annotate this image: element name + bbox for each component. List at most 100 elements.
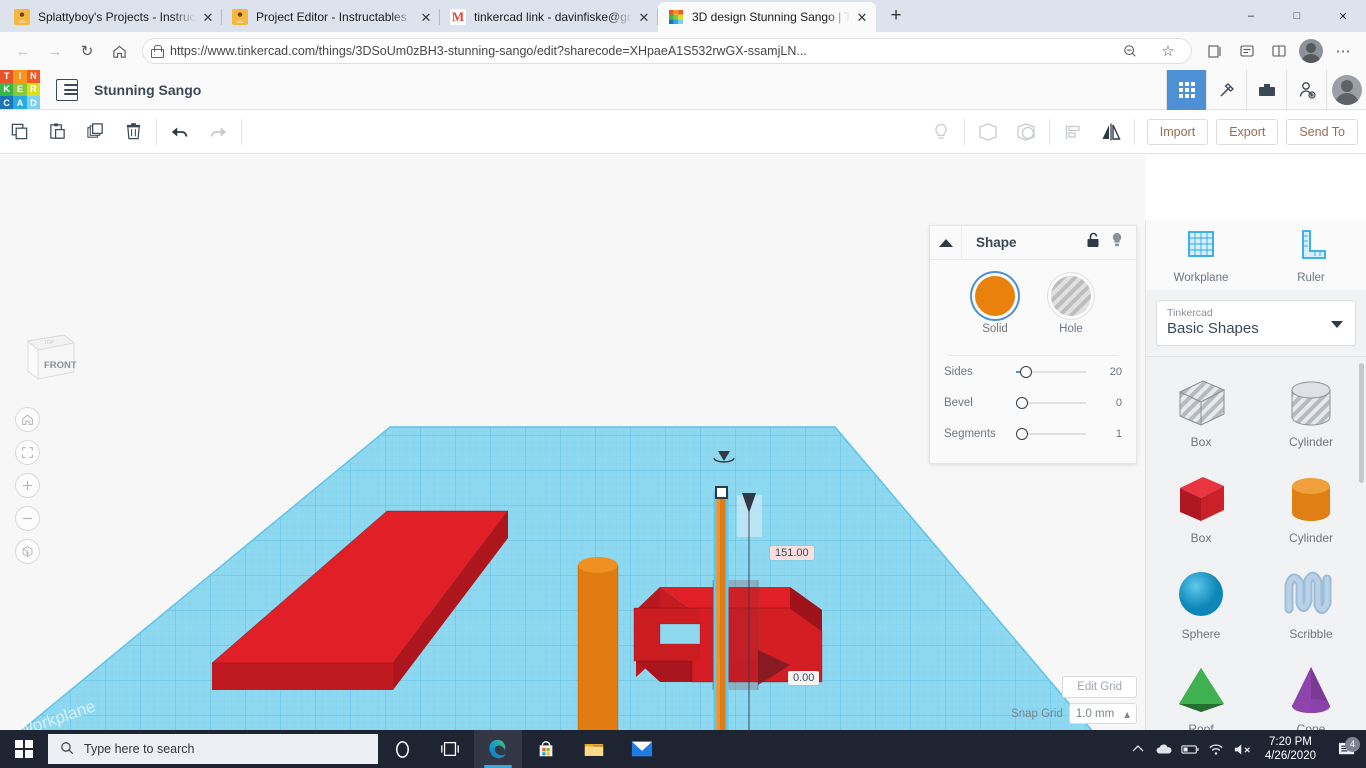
chevron-up-icon[interactable] <box>930 226 962 259</box>
segments-slider[interactable] <box>1016 427 1086 441</box>
sidebar-tools: Workplane Ruler <box>1146 220 1366 290</box>
import-button[interactable]: Import <box>1146 118 1209 145</box>
task-view-icon[interactable] <box>426 730 474 768</box>
shape-item-cylinder[interactable]: Cylinder <box>1256 463 1366 557</box>
microsoft-store-icon[interactable] <box>522 730 570 768</box>
undo-arrow-icon[interactable] <box>161 110 199 154</box>
shape-library-select[interactable]: Tinkercad Basic Shapes <box>1156 300 1356 346</box>
avatar[interactable] <box>1326 70 1366 110</box>
project-menu-icon[interactable] <box>56 78 78 101</box>
align-icon[interactable] <box>1054 110 1092 154</box>
ortho-perspective-icon[interactable] <box>15 539 40 564</box>
edge-icon[interactable] <box>474 730 522 768</box>
file-explorer-icon[interactable] <box>570 730 618 768</box>
unlock-icon[interactable] <box>1086 232 1100 253</box>
ungroup-shapes-icon[interactable] <box>1007 110 1045 154</box>
tinkercad-header: T I N K E R C A D Stunning Sango <box>0 69 1366 110</box>
lightbulb-icon[interactable] <box>1110 232 1124 253</box>
new-tab-button[interactable]: + <box>882 2 910 30</box>
shape-item-cylinder-hole[interactable]: Cylinder <box>1256 367 1366 461</box>
header-actions <box>1166 70 1366 110</box>
close-icon[interactable]: ✕ <box>418 9 434 25</box>
sidebar-scrollbar[interactable] <box>1359 363 1364 483</box>
measurement-label[interactable]: 0.00 <box>788 671 820 685</box>
sides-slider[interactable] <box>1016 365 1086 379</box>
browser-settings-icon[interactable]: ⋯ <box>1328 36 1358 66</box>
browser-tab-3[interactable]: M tinkercad link - davinfiske@gma ✕ <box>440 2 658 32</box>
fit-to-view-icon[interactable] <box>15 440 40 465</box>
learn-button[interactable] <box>1206 70 1246 110</box>
home-icon[interactable] <box>104 36 134 66</box>
workplane-tool[interactable]: Workplane <box>1146 228 1256 284</box>
send-to-button[interactable]: Send To <box>1286 118 1358 145</box>
clock[interactable]: 7:20 PM 4/26/2020 <box>1259 735 1326 763</box>
copy-icon[interactable] <box>0 110 38 154</box>
divider <box>156 118 157 145</box>
browser-tab-2[interactable]: Project Editor - Instructables ✕ <box>222 2 440 32</box>
show-hidden-icons-icon[interactable] <box>1125 744 1151 754</box>
solid-color-swatch[interactable] <box>975 276 1015 316</box>
notification-center-button[interactable]: 4 <box>1326 736 1366 758</box>
close-icon[interactable]: ✕ <box>200 9 216 25</box>
volume-muted-icon[interactable] <box>1229 743 1259 756</box>
wifi-icon[interactable] <box>1203 743 1229 756</box>
browser-tab-4[interactable]: 3D design Stunning Sango | Tink ✕ <box>658 2 876 32</box>
zoom-out-icon[interactable] <box>15 506 40 531</box>
split-screen-icon[interactable] <box>1264 36 1294 66</box>
snap-grid-select[interactable]: 1.0 mm ▴ <box>1068 703 1137 724</box>
collections-icon[interactable] <box>1200 36 1230 66</box>
ruler-tool[interactable]: Ruler <box>1256 228 1366 284</box>
mail-icon[interactable] <box>618 730 666 768</box>
duplicate-icon[interactable] <box>76 110 114 154</box>
forward-icon[interactable]: → <box>40 36 70 66</box>
favorite-star-icon[interactable]: ☆ <box>1153 36 1183 66</box>
minimize-button[interactable]: – <box>1228 0 1274 32</box>
shape-item-box[interactable]: Box <box>1146 463 1256 557</box>
close-icon[interactable]: ✕ <box>636 9 652 25</box>
search-input[interactable]: Type here to search <box>48 734 378 764</box>
battery-icon[interactable] <box>1177 744 1203 755</box>
shape-item-scribble[interactable]: Scribble <box>1256 559 1366 653</box>
mirror-icon[interactable] <box>1092 110 1130 154</box>
back-icon[interactable]: ← <box>8 36 38 66</box>
shape-panel-title: Shape <box>976 235 1017 250</box>
tinkercad-logo-icon[interactable]: T I N K E R C A D <box>0 69 40 110</box>
add-person-button[interactable] <box>1286 70 1326 110</box>
sides-label: Sides <box>944 365 973 378</box>
shape-label: Box <box>1190 435 1212 449</box>
edit-grid-button[interactable]: Edit Grid <box>1062 676 1137 698</box>
address-bar[interactable]: https://www.tinkercad.com/things/3DSoUm0… <box>142 38 1192 64</box>
lightbulb-icon[interactable] <box>922 110 960 154</box>
windows-taskbar: Type here to search 7:20 PM 4/26/2020 4 <box>0 730 1366 768</box>
cortana-icon[interactable] <box>378 730 426 768</box>
search-minus-icon[interactable] <box>1115 36 1145 66</box>
read-aloud-icon[interactable] <box>1232 36 1262 66</box>
group-shapes-icon[interactable] <box>969 110 1007 154</box>
close-icon[interactable]: ✕ <box>854 9 870 25</box>
avatar[interactable] <box>1296 36 1326 66</box>
solid-mode-option[interactable]: Solid <box>975 276 1015 335</box>
export-button[interactable]: Export <box>1216 118 1279 145</box>
bevel-slider[interactable] <box>1016 396 1086 410</box>
windows-icon[interactable] <box>0 730 48 768</box>
shape-item-box-hole[interactable]: Box <box>1146 367 1256 461</box>
reload-icon[interactable]: ↻ <box>72 36 102 66</box>
zoom-in-icon[interactable] <box>15 473 40 498</box>
home-view-icon[interactable] <box>15 407 40 432</box>
view-cube[interactable]: FRONT TOP <box>18 327 80 389</box>
instructables-icon <box>14 9 30 25</box>
browser-tab-1[interactable]: Splattyboy's Projects - Instructab ✕ <box>4 2 222 32</box>
maximize-button[interactable]: □ <box>1274 0 1320 32</box>
hole-swatch[interactable] <box>1051 276 1091 316</box>
shape-item-sphere[interactable]: Sphere <box>1146 559 1256 653</box>
teach-button[interactable] <box>1246 70 1286 110</box>
gallery-grid-button[interactable] <box>1166 70 1206 110</box>
notification-badge: 4 <box>1345 736 1360 752</box>
trash-icon[interactable] <box>114 110 152 154</box>
measurement-label[interactable]: 151.00 <box>770 546 814 560</box>
hole-mode-option[interactable]: Hole <box>1051 276 1091 335</box>
onedrive-icon[interactable] <box>1151 743 1177 755</box>
paste-icon[interactable] <box>38 110 76 154</box>
redo-arrow-icon[interactable] <box>199 110 237 154</box>
close-window-button[interactable]: ✕ <box>1320 0 1366 32</box>
